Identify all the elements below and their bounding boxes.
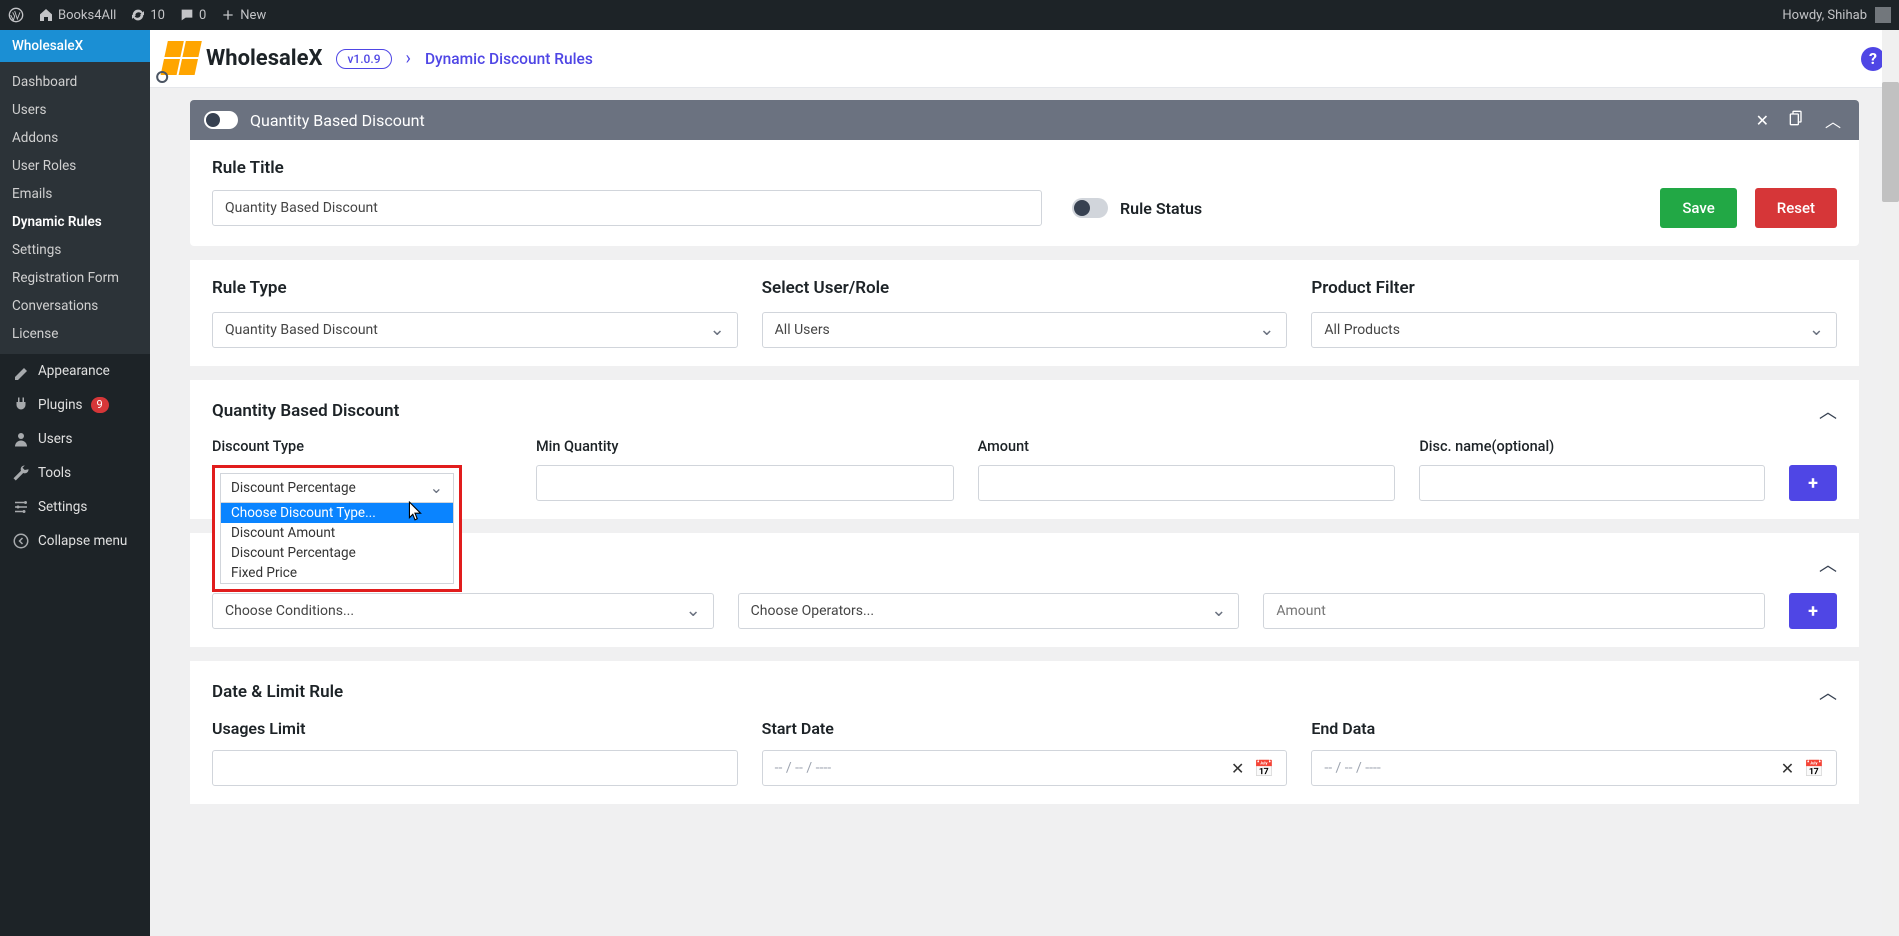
min-qty-label: Min Quantity xyxy=(536,438,954,455)
wsx-logo-icon xyxy=(160,41,204,77)
sidebar-item-appearance[interactable]: Appearance xyxy=(0,354,150,388)
sidebar-item-emails[interactable]: Emails xyxy=(0,180,150,208)
discount-type-option[interactable]: Discount Percentage xyxy=(221,543,453,563)
add-condition-button[interactable]: + xyxy=(1789,593,1837,629)
amount-label: Amount xyxy=(978,438,1396,455)
add-tier-button[interactable]: + xyxy=(1789,465,1837,501)
sidebar-item-users[interactable]: Users xyxy=(0,96,150,124)
breadcrumb[interactable]: Dynamic Discount Rules xyxy=(425,50,593,68)
sidebar-item-wp-users[interactable]: Users xyxy=(0,422,150,456)
start-date-label: Start Date xyxy=(762,719,1288,738)
scrollbar[interactable] xyxy=(1882,30,1899,936)
copy-icon[interactable] xyxy=(1785,106,1809,134)
discount-type-option[interactable]: Choose Discount Type... xyxy=(221,503,453,523)
rule-type-card: Rule Type Quantity Based Discount Select… xyxy=(190,260,1859,366)
sidebar-item-conversations[interactable]: Conversations xyxy=(0,292,150,320)
condition-amount-input[interactable] xyxy=(1263,593,1765,629)
sidebar-item-settings[interactable]: Settings xyxy=(0,236,150,264)
chevron-right-icon: › xyxy=(406,48,411,69)
wp-admin-bar: Books4All 10 0 New Howdy, Shihab xyxy=(0,0,1899,30)
avatar[interactable] xyxy=(1875,7,1891,23)
close-icon[interactable]: ✕ xyxy=(1752,107,1773,134)
start-date-input[interactable]: -- / -- / ---- ✕📅 xyxy=(762,750,1288,786)
wp-logo-icon[interactable] xyxy=(8,7,24,23)
rule-type-select[interactable]: Quantity Based Discount xyxy=(212,312,738,348)
disc-name-label: Disc. name(optional) xyxy=(1419,438,1765,455)
rule-type-label: Rule Type xyxy=(212,278,738,298)
chevron-up-icon[interactable]: ︿ xyxy=(1819,398,1837,424)
rule-title-card: Rule Title Rule Status Save Reset xyxy=(190,140,1859,246)
rule-header-bar: Quantity Based Discount ✕ ︿ xyxy=(190,100,1859,140)
discount-type-options: Choose Discount Type... Discount Amount … xyxy=(220,503,454,584)
user-role-select[interactable]: All Users xyxy=(762,312,1288,348)
sidebar-item-collapse[interactable]: Collapse menu xyxy=(0,524,150,558)
chevron-up-icon[interactable]: ︿ xyxy=(1819,679,1837,705)
sidebar-item-addons[interactable]: Addons xyxy=(0,124,150,152)
amount-input[interactable] xyxy=(978,465,1396,501)
clear-date-icon[interactable]: ✕ xyxy=(1231,759,1244,778)
date-limit-card: Date & Limit Rule ︿ Usages Limit Start D… xyxy=(190,661,1859,804)
operators-select[interactable]: Choose Operators... xyxy=(738,593,1240,629)
admin-sidebar: WholesaleX Dashboard Users Addons User R… xyxy=(0,30,150,936)
sidebar-item-tools[interactable]: Tools xyxy=(0,456,150,490)
rule-title-label: Rule Title xyxy=(212,158,1837,178)
disc-name-input[interactable] xyxy=(1419,465,1765,501)
rule-status-toggle[interactable] xyxy=(1072,198,1108,218)
discount-type-label: Discount Type xyxy=(212,438,512,455)
qbd-section-title: Quantity Based Discount xyxy=(212,401,399,421)
chevron-up-icon[interactable]: ︿ xyxy=(1821,104,1845,136)
howdy-user[interactable]: Howdy, Shihab xyxy=(1782,8,1867,23)
conditions-select[interactable]: Choose Conditions... xyxy=(212,593,714,629)
product-filter-label: Product Filter xyxy=(1311,278,1837,298)
calendar-icon[interactable]: 📅 xyxy=(1254,759,1274,778)
updates-link[interactable]: 10 xyxy=(130,7,165,23)
rule-header-title: Quantity Based Discount xyxy=(250,111,425,130)
end-date-input[interactable]: -- / -- / ---- ✕📅 xyxy=(1311,750,1837,786)
plugins-badge: 9 xyxy=(91,397,109,413)
rule-enable-toggle[interactable] xyxy=(204,111,238,129)
sidebar-item-user-roles[interactable]: User Roles xyxy=(0,152,150,180)
discount-type-option[interactable]: Fixed Price xyxy=(221,563,453,583)
wsx-header: WholesaleX v1.0.9 › Dynamic Discount Rul… xyxy=(150,30,1899,88)
main-content: WholesaleX v1.0.9 › Dynamic Discount Rul… xyxy=(150,30,1899,936)
qbd-card: Quantity Based Discount ︿ Discount Type … xyxy=(190,380,1859,519)
sidebar-tab-wholesalex[interactable]: WholesaleX xyxy=(0,30,150,62)
wsx-brand: WholesaleX xyxy=(206,46,322,71)
date-limit-title: Date & Limit Rule xyxy=(212,682,343,702)
sidebar-item-dynamic-rules[interactable]: Dynamic Rules xyxy=(0,208,150,236)
user-role-label: Select User/Role xyxy=(762,278,1288,298)
end-date-label: End Data xyxy=(1311,719,1837,738)
min-qty-input[interactable] xyxy=(536,465,954,501)
reset-button[interactable]: Reset xyxy=(1755,188,1837,228)
new-content-link[interactable]: New xyxy=(220,7,266,23)
sidebar-item-dashboard[interactable]: Dashboard xyxy=(0,68,150,96)
sidebar-item-plugins[interactable]: Plugins9 xyxy=(0,388,150,422)
sidebar-item-wp-settings[interactable]: Settings xyxy=(0,490,150,524)
save-button[interactable]: Save xyxy=(1660,188,1736,228)
product-filter-select[interactable]: All Products xyxy=(1311,312,1837,348)
rule-title-input[interactable] xyxy=(212,190,1042,226)
clear-date-icon[interactable]: ✕ xyxy=(1781,759,1794,778)
usages-limit-label: Usages Limit xyxy=(212,719,738,738)
usages-limit-input[interactable] xyxy=(212,750,738,786)
site-home-link[interactable]: Books4All xyxy=(38,7,116,23)
version-pill: v1.0.9 xyxy=(336,49,391,69)
calendar-icon[interactable]: 📅 xyxy=(1804,759,1824,778)
sidebar-item-registration-form[interactable]: Registration Form xyxy=(0,264,150,292)
discount-type-select[interactable]: Discount Percentage xyxy=(220,473,454,503)
sidebar-item-license[interactable]: License xyxy=(0,320,150,348)
chevron-up-icon[interactable]: ︿ xyxy=(1819,551,1837,577)
discount-type-option[interactable]: Discount Amount xyxy=(221,523,453,543)
rule-status-label: Rule Status xyxy=(1120,199,1202,218)
comments-link[interactable]: 0 xyxy=(179,7,206,23)
wsx-logo: WholesaleX xyxy=(164,41,322,77)
discount-type-dropdown-open: Discount Percentage Choose Discount Type… xyxy=(212,465,462,592)
